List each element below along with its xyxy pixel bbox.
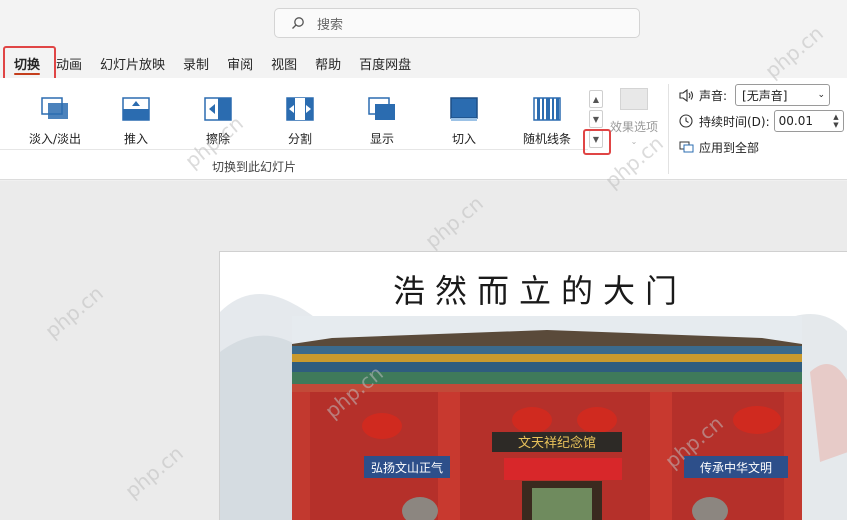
- transition-fade[interactable]: 淡入/淡出: [20, 96, 90, 147]
- group-label-transition: 切换到此幻灯片: [211, 160, 296, 174]
- random-bars-icon: [533, 97, 561, 121]
- stepper-down-icon[interactable]: ▼: [833, 121, 838, 129]
- apply-all-button[interactable]: 应用到全部: [679, 134, 847, 160]
- stepper-arrows[interactable]: ▲ ▼: [833, 113, 838, 129]
- search-icon: [292, 17, 304, 29]
- tab-animations[interactable]: 动画: [47, 48, 91, 78]
- gate-plaque-text: 文天祥纪念馆: [518, 435, 596, 451]
- transition-reveal[interactable]: 显示: [347, 96, 417, 147]
- title-bar: 搜索: [0, 0, 847, 48]
- transition-random-bars-label: 随机线条: [522, 132, 571, 146]
- gate-photo: 文天祥纪念馆 弘扬文山正气 传承中华文明: [292, 316, 802, 520]
- tab-slideshow[interactable]: 幻灯片放映: [91, 48, 174, 78]
- clock-icon: [679, 114, 695, 128]
- reveal-icon: [368, 97, 395, 120]
- tab-baidu-netdisk[interactable]: 百度网盘: [350, 48, 420, 78]
- stepper-up-icon[interactable]: ▲: [833, 113, 838, 121]
- chevron-up-icon: ▲: [592, 94, 600, 104]
- duration-label: 持续时间(D):: [699, 114, 770, 129]
- speaker-icon: [679, 88, 695, 102]
- banner-right-text: 传承中华文明: [700, 460, 772, 475]
- transition-gallery: 淡入/淡出 推入 擦除 分割 显示 切入 随机线条: [0, 78, 588, 150]
- wipe-icon: [204, 97, 232, 121]
- sound-label: 声音:: [699, 88, 728, 103]
- gallery-scroll-up-button[interactable]: ▲: [589, 90, 603, 108]
- transition-reveal-label: 显示: [369, 132, 394, 146]
- timing-group: 声音: [无声音] ⌄ 持续时间(D): 00.01 ▲ ▼ 应用到全部: [679, 82, 847, 160]
- gallery-more-button[interactable]: ▼: [589, 130, 603, 148]
- sound-row: 声音: [无声音] ⌄: [679, 82, 847, 108]
- gallery-scroll: ▲ ▼ ▼: [589, 90, 605, 154]
- transition-push[interactable]: 推入: [101, 96, 171, 147]
- duration-row: 持续时间(D): 00.01 ▲ ▼: [679, 108, 847, 134]
- ribbon-panel: 淡入/淡出 推入 擦除 分割 显示 切入 随机线条 ▲ ▼ ▼ 效果选项 ⌄ 切…: [0, 78, 847, 180]
- transition-fade-label: 淡入/淡出: [28, 132, 82, 146]
- fade-icon: [41, 97, 68, 119]
- transition-split[interactable]: 分割: [265, 96, 335, 147]
- search-box[interactable]: 搜索: [274, 8, 640, 38]
- banner-left-text: 弘扬文山正气: [371, 460, 443, 475]
- transition-cut[interactable]: 切入: [429, 96, 499, 147]
- sound-select[interactable]: [无声音] ⌄: [735, 84, 831, 106]
- expand-gallery-icon: ▼: [592, 134, 600, 144]
- push-icon: [122, 97, 150, 121]
- apply-all-icon: [679, 141, 695, 154]
- transition-wipe-label: 擦除: [205, 132, 230, 146]
- chevron-down-icon: ⌄: [630, 137, 638, 146]
- tab-transitions[interactable]: 切换: [7, 48, 47, 78]
- tab-record[interactable]: 录制: [174, 48, 218, 78]
- chevron-down-icon: ⌄: [817, 90, 826, 100]
- slide-title[interactable]: 浩然而立的大门: [220, 266, 847, 312]
- tab-view[interactable]: 视图: [262, 48, 306, 78]
- transition-random-bars[interactable]: 随机线条: [512, 96, 582, 147]
- chevron-down-icon: ▼: [592, 114, 600, 124]
- sound-select-value: [无声音]: [742, 88, 788, 103]
- duration-value: 00.01: [778, 114, 814, 128]
- effect-options-label: 效果选项: [609, 120, 658, 134]
- ribbon-tabs: 切换 动画 幻灯片放映 录制 审阅 视图 帮助 百度网盘: [0, 48, 847, 78]
- transition-split-label: 分割: [287, 132, 312, 146]
- slide[interactable]: 浩然而立的大门 文天祥纪念馆 弘扬文山正气 传承中华文明: [219, 251, 847, 520]
- effect-options-icon: [620, 88, 648, 110]
- effect-options-button[interactable]: 效果选项 ⌄: [608, 88, 660, 146]
- tab-help[interactable]: 帮助: [306, 48, 350, 78]
- group-divider: [668, 84, 669, 174]
- temple-gate-image: 文天祥纪念馆 弘扬文山正气 传承中华文明: [292, 316, 802, 520]
- transition-cut-label: 切入: [451, 132, 476, 146]
- gallery-scroll-down-button[interactable]: ▼: [589, 110, 603, 128]
- apply-all-label: 应用到全部: [699, 140, 760, 155]
- transition-push-label: 推入: [123, 132, 148, 146]
- split-icon: [286, 97, 314, 121]
- transition-wipe[interactable]: 擦除: [183, 96, 253, 147]
- search-placeholder: 搜索: [317, 17, 344, 33]
- duration-stepper[interactable]: 00.01 ▲ ▼: [773, 110, 844, 132]
- cut-icon: [450, 97, 478, 121]
- tab-review[interactable]: 审阅: [218, 48, 262, 78]
